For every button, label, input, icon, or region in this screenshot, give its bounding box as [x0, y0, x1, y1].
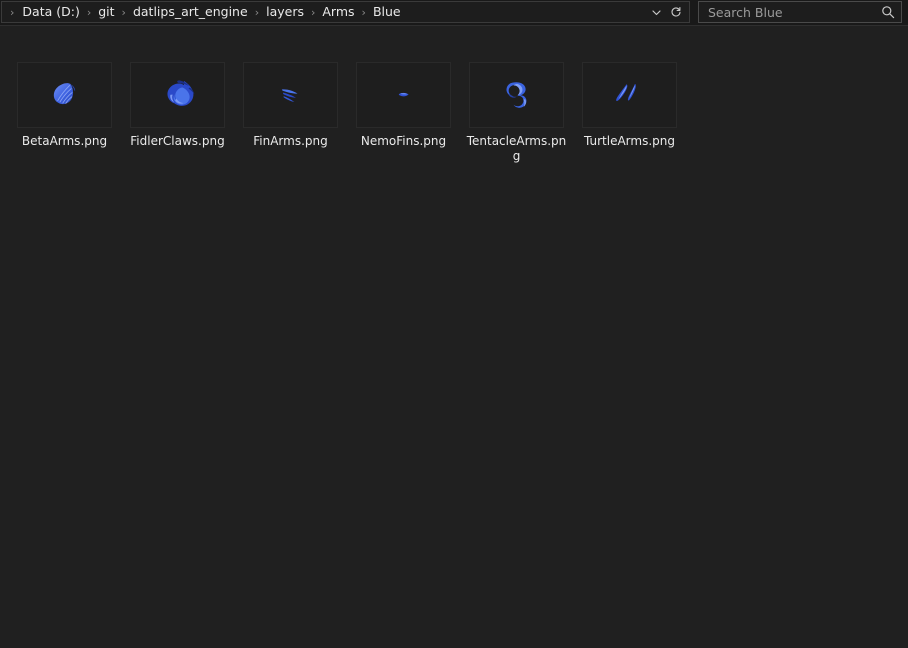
- file-name-label: BetaArms.png: [21, 134, 108, 148]
- breadcrumb-separator-icon: ›: [10, 5, 15, 19]
- address-bar-tools: [647, 2, 687, 22]
- file-thumbnail[interactable]: [243, 62, 338, 128]
- file-item[interactable]: NemoFins.png: [347, 62, 460, 164]
- tentacle-thumbnail: [505, 82, 526, 108]
- file-thumbnail[interactable]: [582, 62, 677, 128]
- fin-thumbnail: [281, 89, 297, 102]
- small-fin-thumbnail: [398, 92, 409, 97]
- file-thumbnail[interactable]: [469, 62, 564, 128]
- file-thumbnail[interactable]: [356, 62, 451, 128]
- breadcrumb-item-git[interactable]: git: [97, 2, 115, 22]
- breadcrumb-item-data-d[interactable]: Data (D:): [21, 2, 80, 22]
- file-name-label: NemoFins.png: [360, 134, 447, 148]
- chevron-down-icon[interactable]: [647, 2, 665, 22]
- breadcrumb-item-blue[interactable]: Blue: [372, 2, 402, 22]
- search-input[interactable]: Search Blue: [708, 5, 881, 20]
- breadcrumb-separator-icon: ›: [361, 5, 366, 19]
- file-thumbnail[interactable]: [130, 62, 225, 128]
- file-thumbnail[interactable]: [17, 62, 112, 128]
- search-box[interactable]: Search Blue: [698, 1, 902, 23]
- breadcrumb-item-datlips-art-engine[interactable]: datlips_art_engine: [132, 2, 249, 22]
- file-item[interactable]: FinArms.png: [234, 62, 347, 164]
- file-name-label: TurtleArms.png: [584, 134, 675, 148]
- breadcrumb-item-arms[interactable]: Arms: [321, 2, 355, 22]
- breadcrumb-separator-icon: ›: [86, 5, 92, 19]
- search-icon[interactable]: [881, 5, 895, 19]
- toolbar: › Data (D:) › git › datlips_art_engine ›…: [0, 0, 908, 26]
- refresh-icon[interactable]: [667, 2, 685, 22]
- crab-claw-thumbnail: [166, 80, 194, 106]
- breadcrumb-item-layers[interactable]: layers: [265, 2, 305, 22]
- file-list-area[interactable]: BetaArms.png FidlerClaws.png FinArms.png…: [0, 26, 908, 648]
- file-name-label: FidlerClaws.png: [130, 134, 225, 148]
- flipper-thumbnail: [615, 83, 636, 102]
- file-item[interactable]: TurtleArms.png: [573, 62, 686, 164]
- file-name-label: FinArms.png: [253, 134, 328, 148]
- breadcrumb: › Data (D:) › git › datlips_art_engine ›…: [8, 2, 647, 22]
- file-item[interactable]: BetaArms.png: [8, 62, 121, 164]
- breadcrumb-separator-icon: ›: [310, 5, 316, 19]
- file-grid: BetaArms.png FidlerClaws.png FinArms.png…: [8, 62, 898, 164]
- breadcrumb-separator-icon: ›: [121, 5, 126, 19]
- file-item[interactable]: TentacleArms.png: [460, 62, 573, 164]
- fan-shell-thumbnail: [53, 83, 75, 105]
- breadcrumb-separator-icon: ›: [254, 5, 260, 19]
- file-name-label: TentacleArms.png: [466, 134, 567, 163]
- address-bar[interactable]: › Data (D:) › git › datlips_art_engine ›…: [1, 1, 690, 23]
- file-item[interactable]: FidlerClaws.png: [121, 62, 234, 164]
